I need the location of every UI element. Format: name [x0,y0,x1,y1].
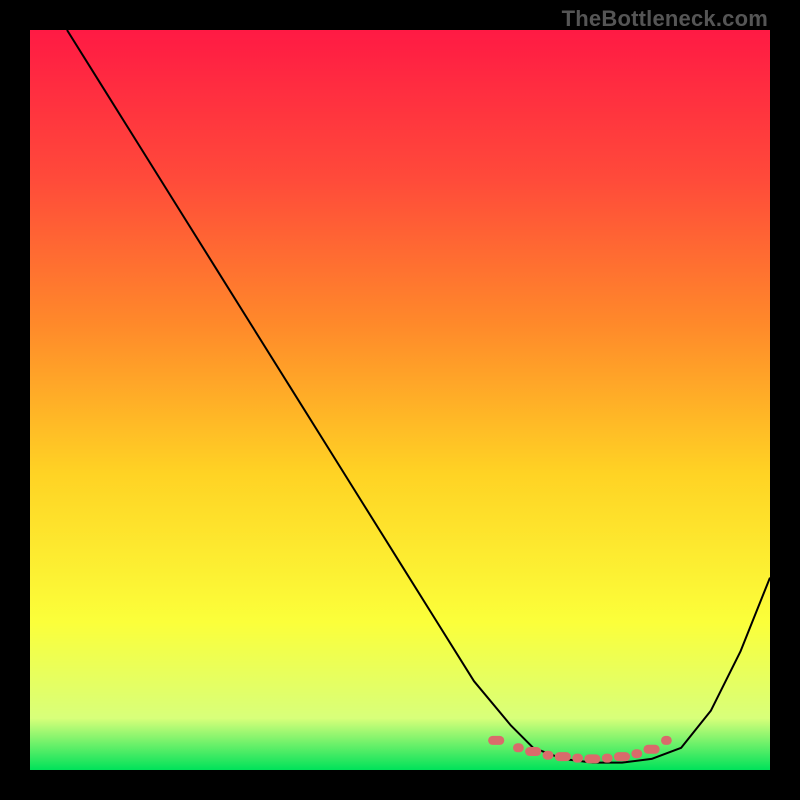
marker-dot [488,736,504,745]
marker-dot [644,745,660,754]
marker-dot [584,754,600,763]
curve-layer [30,30,770,770]
marker-dot [602,754,613,763]
chart-container: TheBottleneck.com [0,0,800,800]
marker-dot [572,754,583,763]
bottleneck-curve [67,30,770,763]
plot-area [30,30,770,770]
marker-dot [555,752,571,761]
marker-dot [525,747,541,756]
marker-dot [614,752,630,761]
marker-dot [631,749,642,758]
watermark-text: TheBottleneck.com [562,6,768,32]
marker-dot [661,736,672,745]
marker-dot [513,743,524,752]
marker-dot [543,751,554,760]
